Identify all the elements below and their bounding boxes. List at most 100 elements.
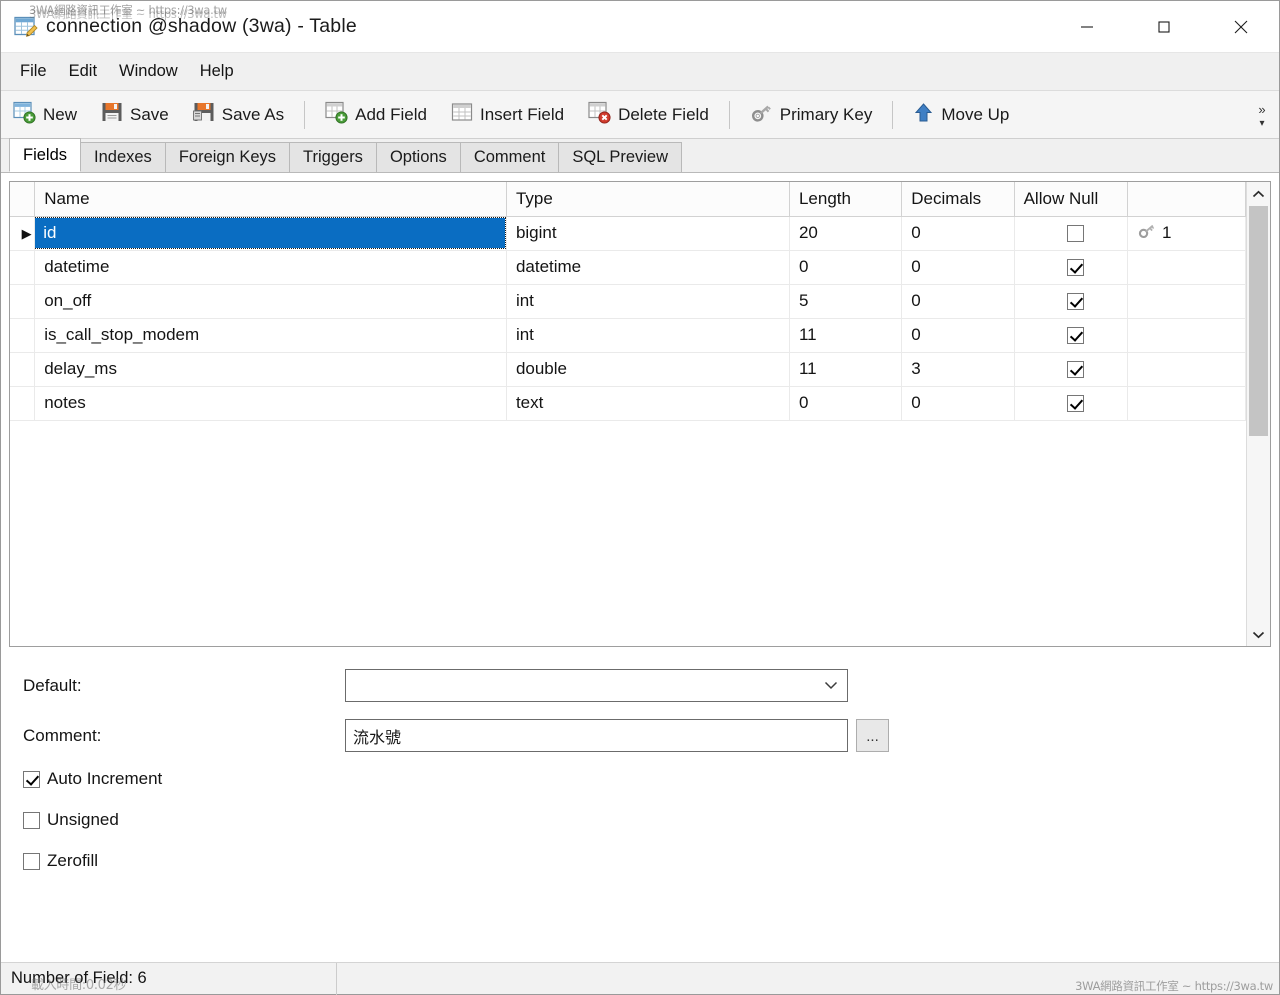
grid-header-type[interactable]: Type [506, 182, 789, 216]
tab-comment[interactable]: Comment [460, 142, 560, 172]
cell-length[interactable]: 11 [789, 318, 901, 352]
tab-bar: Fields Indexes Foreign Keys Triggers Opt… [1, 139, 1279, 173]
save-button[interactable]: Save [91, 96, 179, 134]
cell-decimals[interactable]: 0 [902, 386, 1014, 420]
cell-length[interactable]: 5 [789, 284, 901, 318]
table-row[interactable]: on_off int 5 0 [10, 284, 1246, 318]
cell-type[interactable]: int [506, 318, 789, 352]
tab-fields[interactable]: Fields [9, 138, 81, 172]
grid-header-name[interactable]: Name [35, 182, 507, 216]
cell-decimals[interactable]: 0 [902, 284, 1014, 318]
scroll-up-button[interactable] [1247, 182, 1270, 206]
allow-null-checkbox[interactable] [1067, 225, 1084, 242]
toolbar-separator-1 [304, 101, 305, 129]
cell-type[interactable]: int [506, 284, 789, 318]
row-arrow-icon: ▶ [22, 227, 32, 240]
cell-decimals[interactable]: 0 [902, 216, 1014, 250]
tab-foreign-keys[interactable]: Foreign Keys [165, 142, 290, 172]
cell-allow-null[interactable] [1014, 284, 1127, 318]
default-combobox[interactable] [345, 669, 848, 702]
grid-header-length[interactable]: Length [789, 182, 901, 216]
save-as-button[interactable]: Save As [183, 96, 294, 134]
cell-allow-null[interactable] [1014, 250, 1127, 284]
zerofill-row[interactable]: Zerofill [23, 851, 1279, 871]
cell-name[interactable]: on_off [35, 284, 507, 318]
allow-null-checkbox[interactable] [1067, 259, 1084, 276]
watermark-bottom: 3WA網路資訊工作室 ~ https://3wa.tw [1075, 978, 1273, 994]
grid-header-decimals[interactable]: Decimals [902, 182, 1014, 216]
unsigned-row[interactable]: Unsigned [23, 810, 1279, 830]
cell-allow-null[interactable] [1014, 386, 1127, 420]
comment-input[interactable]: 流水號 [345, 719, 848, 752]
menu-edit[interactable]: Edit [58, 58, 108, 85]
scroll-down-button[interactable] [1247, 622, 1270, 646]
table-row[interactable]: delay_ms double 11 3 [10, 352, 1246, 386]
zerofill-checkbox[interactable] [23, 853, 40, 870]
menu-window[interactable]: Window [108, 58, 189, 85]
cell-allow-null[interactable] [1014, 352, 1127, 386]
cell-decimals[interactable]: 0 [902, 318, 1014, 352]
toolbar-overflow-button[interactable]: » ▾ [1249, 95, 1275, 135]
cell-key[interactable] [1128, 284, 1246, 318]
cell-type[interactable]: datetime [506, 250, 789, 284]
cell-name[interactable]: delay_ms [35, 352, 507, 386]
cell-type[interactable]: double [506, 352, 789, 386]
maximize-button[interactable] [1125, 1, 1202, 53]
cell-key[interactable] [1128, 318, 1246, 352]
cell-type[interactable]: text [506, 386, 789, 420]
cell-length[interactable]: 20 [789, 216, 901, 250]
tab-triggers[interactable]: Triggers [289, 142, 377, 172]
cell-allow-null[interactable] [1014, 318, 1127, 352]
close-button[interactable] [1202, 1, 1279, 53]
toolbar-separator-3 [892, 101, 893, 129]
chevron-double-right-icon: » [1258, 102, 1265, 117]
cell-name[interactable]: notes [35, 386, 507, 420]
add-field-button[interactable]: Add Field [315, 96, 437, 134]
insert-field-button[interactable]: Insert Field [441, 96, 574, 134]
cell-name[interactable]: id [35, 216, 507, 250]
menu-file[interactable]: File [9, 58, 58, 85]
cell-key[interactable] [1128, 250, 1246, 284]
grid-vertical-scrollbar[interactable] [1246, 182, 1270, 646]
allow-null-checkbox[interactable] [1067, 293, 1084, 310]
tab-sql-preview[interactable]: SQL Preview [558, 142, 682, 172]
auto-increment-label: Auto Increment [47, 769, 162, 789]
table-row[interactable]: is_call_stop_modem int 11 0 [10, 318, 1246, 352]
cell-length[interactable]: 0 [789, 386, 901, 420]
scrollbar-track[interactable] [1247, 206, 1270, 622]
auto-increment-row[interactable]: Auto Increment [23, 769, 1279, 789]
cell-name[interactable]: datetime [35, 250, 507, 284]
auto-increment-checkbox[interactable] [23, 771, 40, 788]
allow-null-checkbox[interactable] [1067, 327, 1084, 344]
cell-key[interactable] [1128, 352, 1246, 386]
primary-key-button[interactable]: Primary Key [740, 96, 883, 134]
cell-decimals[interactable]: 3 [902, 352, 1014, 386]
cell-allow-null[interactable] [1014, 216, 1127, 250]
new-button[interactable]: New [3, 96, 87, 134]
cell-length[interactable]: 11 [789, 352, 901, 386]
default-row: Default: [23, 669, 1279, 702]
delete-field-button[interactable]: Delete Field [578, 96, 719, 134]
cell-name[interactable]: is_call_stop_modem [35, 318, 507, 352]
cell-type[interactable]: bigint [506, 216, 789, 250]
cell-key[interactable]: 1 [1128, 216, 1246, 250]
table-row[interactable]: ▶ id bigint 20 0 [10, 216, 1246, 250]
grid-header-key[interactable] [1128, 182, 1246, 216]
minimize-button[interactable] [1048, 1, 1125, 53]
grid-header-allow-null[interactable]: Allow Null [1014, 182, 1127, 216]
menu-help[interactable]: Help [189, 58, 245, 85]
tab-indexes[interactable]: Indexes [80, 142, 166, 172]
tab-options[interactable]: Options [376, 142, 461, 172]
comment-label: Comment: [23, 726, 345, 746]
unsigned-checkbox[interactable] [23, 812, 40, 829]
comment-browse-button[interactable]: ... [856, 719, 889, 752]
scrollbar-thumb[interactable] [1249, 206, 1268, 436]
move-up-button[interactable]: Move Up [903, 96, 1019, 134]
table-row[interactable]: datetime datetime 0 0 [10, 250, 1246, 284]
cell-decimals[interactable]: 0 [902, 250, 1014, 284]
allow-null-checkbox[interactable] [1067, 395, 1084, 412]
table-row[interactable]: notes text 0 0 [10, 386, 1246, 420]
cell-key[interactable] [1128, 386, 1246, 420]
cell-length[interactable]: 0 [789, 250, 901, 284]
allow-null-checkbox[interactable] [1067, 361, 1084, 378]
